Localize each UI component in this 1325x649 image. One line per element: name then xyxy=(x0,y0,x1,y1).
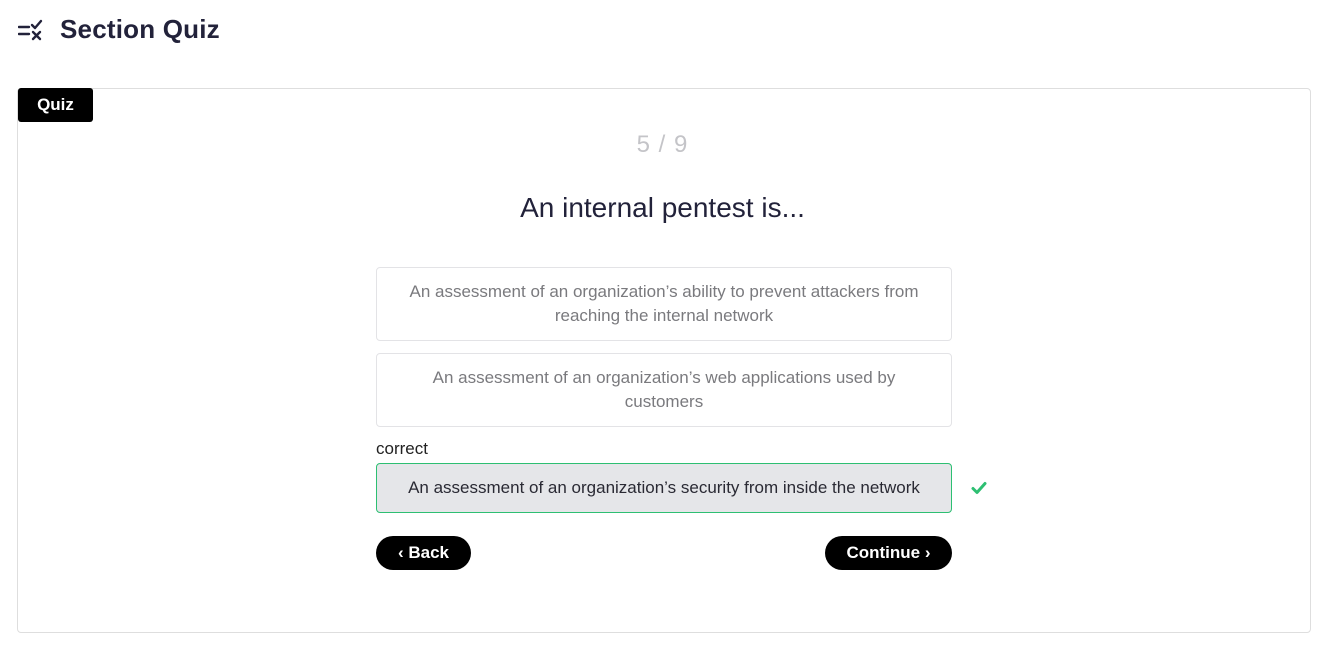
checkmark-icon xyxy=(970,479,988,497)
page-title: Section Quiz xyxy=(60,14,220,44)
question-text: An internal pentest is... xyxy=(520,192,805,223)
answer-option-text: An assessment of an organization’s web a… xyxy=(432,368,896,411)
continue-button[interactable]: Continue › xyxy=(825,536,952,570)
checklist-icon xyxy=(18,17,44,43)
answer-option-3-selected[interactable]: An assessment of an organization’s secur… xyxy=(376,463,952,513)
answer-option-1[interactable]: An assessment of an organization’s abili… xyxy=(376,267,952,341)
back-button[interactable]: ‹ Back xyxy=(376,536,471,570)
answer-option-text: An assessment of an organization’s abili… xyxy=(409,282,919,325)
quiz-tag: Quiz xyxy=(18,88,93,122)
question-progress: 5 / 9 xyxy=(636,131,689,158)
answer-option-2[interactable]: An assessment of an organization’s web a… xyxy=(376,353,952,427)
answer-option-text: An assessment of an organization’s secur… xyxy=(408,478,920,497)
page-header: Section Quiz xyxy=(18,14,220,45)
correct-label: correct xyxy=(376,439,428,458)
